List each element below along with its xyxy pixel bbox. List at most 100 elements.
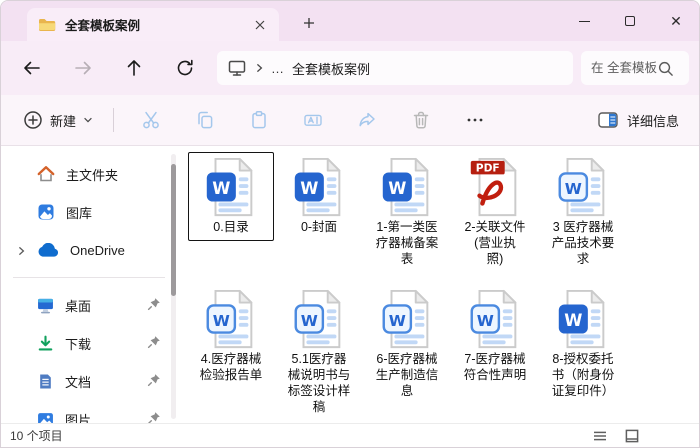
file-item[interactable]: W 5.1医疗器 械说明书与 标签设计样 稿 xyxy=(275,284,363,416)
search-input[interactable] xyxy=(591,61,657,75)
copy-button[interactable] xyxy=(185,102,225,138)
address-bar[interactable]: … 全套模板案例 xyxy=(217,51,573,85)
minimize-button[interactable] xyxy=(561,1,607,41)
sidebar-item-label: 图库 xyxy=(66,203,92,222)
file-list-area: W 0.目录 W 0-封面 W 1-第一类医 疗器械备案 表 PDF 2-关联文… xyxy=(179,146,699,423)
file-item[interactable]: W 4.医疗器械 检验报告单 xyxy=(187,284,275,416)
file-name: 3 医疗器械 产品技术要 求 xyxy=(552,219,615,267)
file-item[interactable]: W 7-医疗器械 符合性声明 xyxy=(451,284,539,416)
sidebar-list: 主文件夹 图库 OneDrive 桌面 下载 文档 图片 xyxy=(1,156,179,423)
word-file-icon: W xyxy=(203,156,259,218)
up-button[interactable] xyxy=(115,50,153,86)
sidebar-item-documents[interactable]: 文档 xyxy=(5,363,169,399)
large-icons-view-button[interactable] xyxy=(622,427,642,445)
ellipsis-icon xyxy=(465,110,485,130)
sidebar: 主文件夹 图库 OneDrive 桌面 下载 文档 图片 xyxy=(1,146,179,423)
forward-button[interactable] xyxy=(64,50,102,86)
paste-button[interactable] xyxy=(239,102,279,138)
file-icon: W xyxy=(203,288,259,350)
file-item-body: W 1-第一类医 疗器械备案 表 xyxy=(364,152,450,273)
cut-button[interactable] xyxy=(131,102,171,138)
sidebar-item-label: OneDrive xyxy=(70,243,125,258)
main-area: 主文件夹 图库 OneDrive 桌面 下载 文档 图片 xyxy=(1,146,699,423)
file-icon: W xyxy=(291,156,347,218)
sidebar-item-home[interactable]: 主文件夹 xyxy=(5,156,169,192)
chevron-right-icon xyxy=(16,246,26,256)
pdf-file-icon: PDF xyxy=(467,156,523,218)
breadcrumb-collapsed[interactable]: … xyxy=(271,61,285,76)
file-item[interactable]: W 0.目录 xyxy=(187,152,275,284)
sidebar-item-onedrive[interactable]: OneDrive xyxy=(5,232,169,268)
file-item[interactable]: PDF 2-关联文件 (营业执 照) xyxy=(451,152,539,284)
titlebar: 全套模板案例 ✕ xyxy=(1,1,699,41)
refresh-icon xyxy=(175,58,195,78)
sidebar-item-label: 图片 xyxy=(65,410,91,424)
sidebar-item-label: 桌面 xyxy=(65,296,91,315)
search-box[interactable] xyxy=(581,51,689,85)
expand-chevron[interactable] xyxy=(16,244,26,259)
search-icon xyxy=(657,60,674,77)
file-item-body: W 0-封面 xyxy=(276,152,362,241)
file-name: 6-医疗器械 生产制造信 息 xyxy=(376,351,439,399)
word-file-icon: W xyxy=(203,288,259,350)
paste-icon xyxy=(249,110,269,130)
word-file-icon: W xyxy=(291,156,347,218)
sidebar-scrollbar-thumb[interactable] xyxy=(171,164,176,296)
close-button[interactable]: ✕ xyxy=(653,1,699,41)
file-item[interactable]: W 6-医疗器械 生产制造信 息 xyxy=(363,284,451,416)
onedrive-icon xyxy=(37,243,59,258)
command-toolbar: 新建 详细信息 xyxy=(1,95,699,146)
rename-button[interactable] xyxy=(293,102,333,138)
new-button-label: 新建 xyxy=(50,111,76,130)
svg-text:W: W xyxy=(301,312,318,330)
sidebar-divider xyxy=(13,277,165,278)
maximize-button[interactable] xyxy=(607,1,653,41)
explorer-tab[interactable]: 全套模板案例 xyxy=(27,8,279,41)
file-item-body: W 7-医疗器械 符合性声明 xyxy=(452,284,538,389)
delete-button[interactable] xyxy=(401,102,441,138)
sidebar-item-desktop[interactable]: 桌面 xyxy=(5,287,169,323)
svg-text:W: W xyxy=(213,312,230,330)
pinned-indicator xyxy=(147,297,161,314)
sidebar-item-label: 下载 xyxy=(65,334,91,353)
list-view-button[interactable] xyxy=(590,427,610,445)
file-icon: W xyxy=(291,288,347,350)
more-options-button[interactable] xyxy=(455,102,495,138)
file-name: 0.目录 xyxy=(213,219,248,235)
breadcrumb-current-folder[interactable]: 全套模板案例 xyxy=(292,59,370,78)
file-item-body: W 3 医疗器械 产品技术要 求 xyxy=(540,152,626,273)
tab-title: 全套模板案例 xyxy=(65,15,240,34)
up-icon xyxy=(124,58,144,78)
file-name: 1-第一类医 疗器械备案 表 xyxy=(376,219,439,267)
svg-text:W: W xyxy=(388,179,406,198)
share-button[interactable] xyxy=(347,102,387,138)
pin-icon xyxy=(147,297,161,311)
pinned-indicator xyxy=(147,373,161,390)
this-pc-icon xyxy=(227,58,247,78)
file-item[interactable]: W 8-授权委托 书（附身份 证复印件） xyxy=(539,284,627,416)
sidebar-item-gallery[interactable]: 图库 xyxy=(5,194,169,230)
file-name: 2-关联文件 (营业执 照) xyxy=(464,219,525,267)
new-button[interactable]: 新建 xyxy=(13,102,103,138)
new-tab-button[interactable] xyxy=(295,9,323,37)
file-icon: W xyxy=(379,156,435,218)
file-item[interactable]: W 0-封面 xyxy=(275,152,363,284)
home-icon xyxy=(37,165,55,183)
file-item-body: W 6-医疗器械 生产制造信 息 xyxy=(364,284,450,405)
sidebar-item-downloads[interactable]: 下载 xyxy=(5,325,169,361)
toolbar-divider xyxy=(113,108,114,132)
file-name: 4.医疗器械 检验报告单 xyxy=(200,351,263,383)
window-controls: ✕ xyxy=(561,1,699,41)
refresh-button[interactable] xyxy=(166,50,204,86)
word-file-icon: W xyxy=(379,156,435,218)
tab-close-button[interactable] xyxy=(249,14,271,36)
pinned-indicator xyxy=(147,411,161,424)
word-file-icon: W xyxy=(291,288,347,350)
file-item[interactable]: W 3 医疗器械 产品技术要 求 xyxy=(539,152,627,284)
details-toggle-button[interactable]: 详细信息 xyxy=(590,102,687,138)
file-icon: W xyxy=(555,288,611,350)
svg-text:W: W xyxy=(212,179,230,198)
sidebar-item-pictures[interactable]: 图片 xyxy=(5,401,169,423)
back-button[interactable] xyxy=(13,50,51,86)
file-item[interactable]: W 1-第一类医 疗器械备案 表 xyxy=(363,152,451,284)
